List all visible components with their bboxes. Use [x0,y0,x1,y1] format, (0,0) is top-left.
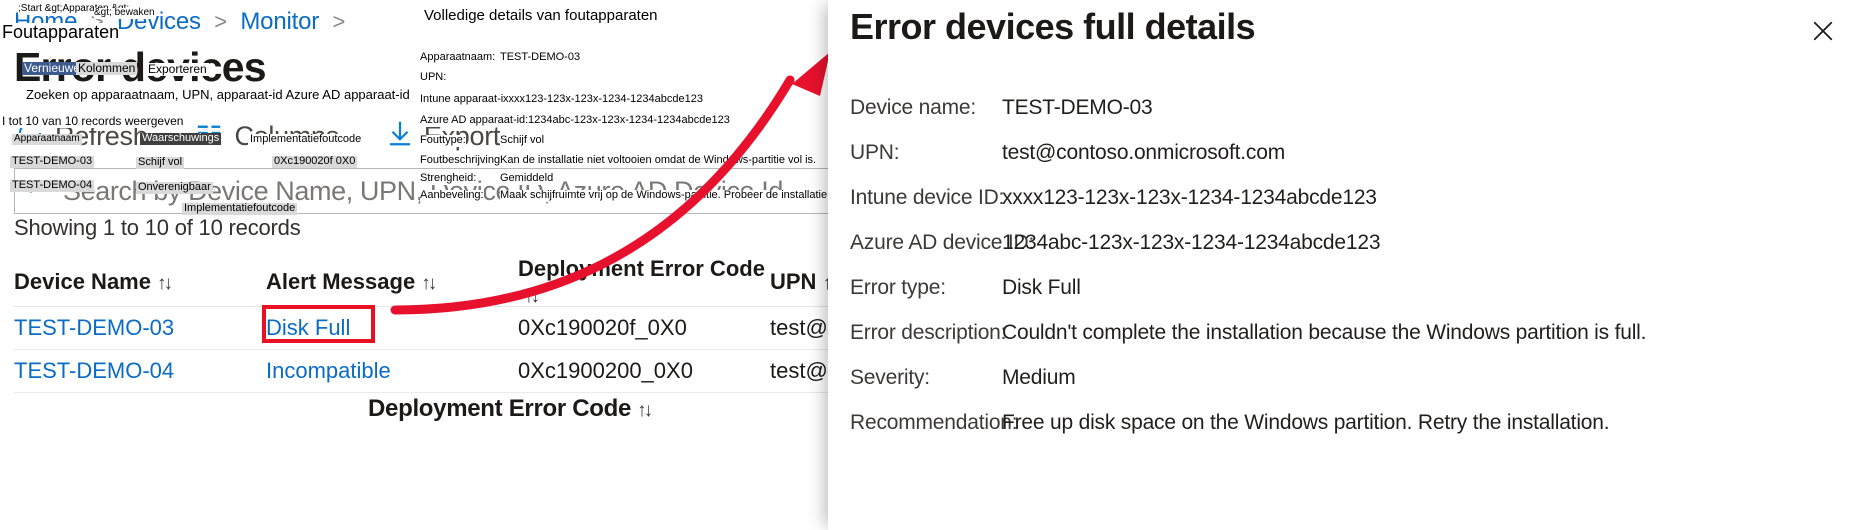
sort-icon[interactable]: ↑↓ [524,286,540,308]
table-header-row: Device Name ↑↓ Alert Message ↑↓ Deployment… [14,256,894,308]
overlay-detail-intune-value: xxxx123-123x-123x-1234-1234abcde123 [503,93,703,106]
overlay-col-code-2: Implementatiefoutcode [182,202,298,215]
detail-value: test@contoso.onmicrosoft.com [1002,141,1285,164]
overlay-detail-errtype-value: Schijf vol [500,134,545,147]
sort-icon[interactable]: ↑↓ [157,273,173,295]
overlay-col-device: Apparaatnaam [12,133,82,145]
flyout-title: Error devices full details [850,6,1256,47]
overlay-row2-alert: Onverenigbaar [136,181,213,194]
overlay-row2-device: TEST-DEMO-04 [10,179,95,192]
overlay-row1-code: 0Xc190020f 0X0 [272,155,358,168]
overlay-detail-aad-value: 1234abc-123x-123x-1234-1234abcde123 [528,114,730,127]
overlay-detail-errtype-label: Fouttype: [420,134,466,147]
detail-row-recommendation: Recommendation: Free up disk space on th… [850,411,1850,435]
overlay-detail-sev-label: Strengheid: [420,172,477,185]
detail-label: Device name: [850,96,976,119]
detail-label: Error type: [850,276,946,299]
cell-alert-message[interactable]: Disk Full [266,315,518,341]
table-row[interactable]: TEST-DEMO-04 Incompatible 0Xc1900200_0X0… [14,350,894,393]
detail-row-error-type: Error type: Disk Full [850,276,1850,300]
detail-row-error-description: Error description: Couldn't complete the… [850,321,1850,345]
cell-device-name[interactable]: TEST-DEMO-04 [14,358,266,384]
overlay-search-hint: Zoeken op apparaatnaam, UPN, apparaat-id… [26,87,410,102]
overlay-detail-device-label: Apparaatnaam: [420,51,496,64]
overlay-detail-errdesc-label: Foutbeschrijving: [420,154,504,167]
overlay-detail-intune-label: Intune apparaat-id: [420,93,513,106]
detail-value: 1234abc-123x-123x-1234-1234abcde123 [1002,231,1381,254]
cell-alert-message[interactable]: Incompatible [266,358,518,384]
detail-row-azure-ad-device-id: Azure AD device ID: 1234abc-123x-123x-12… [850,231,1850,255]
detail-row-intune-device-id: Intune device ID: xxxx123-123x-123x-1234… [850,186,1850,210]
column-header-deployment-error-code[interactable]: Deployment Error Code↑↓ [518,256,770,308]
detail-value: Couldn't complete the installation becau… [1002,321,1647,344]
overlay-row1-device: TEST-DEMO-03 [10,155,95,168]
error-devices-page: Home > Devices > Monitor > Error devices… [0,0,900,530]
overlay-detail-sev-value: Gemiddeld [500,172,554,185]
overlay-detail-device-value: TEST-DEMO-03 [500,51,581,64]
overlay-columns: Kolommen [76,61,138,75]
breadcrumb-separator-icon: > [214,9,227,34]
detail-value: Disk Full [1002,276,1081,299]
error-devices-details-flyout: Error devices full details Device name: … [828,0,1868,530]
detail-label: Severity: [850,366,930,389]
overlay-records: I tot 10 van 10 records weergeven [2,114,184,128]
cell-error-code: 0Xc1900200_0X0 [518,358,693,383]
detail-label: UPN: [850,141,900,164]
overlay-detail-errdesc-value: Kan de installatie niet voltooien omdat … [500,154,817,167]
overlay-detail-upn-label: UPN: [420,71,447,84]
detail-label: Error description: [850,321,1007,344]
overlay-export: Exporteren [146,62,209,76]
table-row[interactable]: TEST-DEMO-03 Disk Full 0Xc190020f_0X0 te… [14,307,894,350]
breadcrumb-separator-icon: > [332,9,346,34]
detail-label: Intune device ID: [850,186,1005,209]
footer-column-header[interactable]: Deployment Error Code ↑↓ [368,395,653,423]
detail-label: Azure AD device ID: [850,231,1035,254]
detail-value: Free up disk space on the Windows partit… [1002,411,1610,434]
cell-device-name[interactable]: TEST-DEMO-03 [14,315,266,341]
column-header-alert-message[interactable]: Alert Message ↑↓ [266,269,518,295]
download-icon [385,118,415,155]
overlay-title-caption: Volledige details van foutapparaten [424,7,658,24]
detail-list: Device name: TEST-DEMO-03 UPN: test@cont… [850,96,1850,456]
detail-row-device-name: Device name: TEST-DEMO-03 [850,96,1850,120]
detail-value: TEST-DEMO-03 [1002,96,1153,119]
overlay-col-code: Implementatiefoutcode [248,133,364,146]
detail-row-severity: Severity: Medium [850,366,1850,390]
sort-icon[interactable]: ↑↓ [421,273,437,295]
detail-value: xxxx123-123x-123x-1234-1234abcde123 [1002,186,1377,209]
overlay-breadcrumb-top2: &gt; bewaken [94,7,155,19]
overlay-detail-rec-label: Aanbeveling: [420,189,484,202]
overlay-row1-alert: Schijf vol [136,156,185,169]
sort-icon[interactable]: ↑↓ [637,400,653,422]
overlay-detail-aad-label: Azure AD apparaat-id: [420,114,529,127]
records-count: Showing 1 to 10 of 10 records [14,215,301,240]
overlay-col-alert: Waarschuwings [140,132,222,145]
detail-label: Recommendation: [850,411,1018,434]
detail-value: Medium [1002,366,1076,389]
detail-row-upn: UPN: test@contoso.onmicrosoft.com [850,141,1850,165]
cell-error-code: 0Xc190020f_0X0 [518,315,687,340]
column-header-device-name[interactable]: Device Name ↑↓ [14,269,266,295]
breadcrumb-item-monitor[interactable]: Monitor [240,8,319,35]
error-devices-table: Device Name ↑↓ Alert Message ↑↓ Deployment… [14,256,894,393]
flyout-header: Error devices full details [828,0,1868,64]
close-icon[interactable] [1806,14,1840,48]
overlay-breadcrumb-bottom: Foutapparaten [2,22,120,42]
